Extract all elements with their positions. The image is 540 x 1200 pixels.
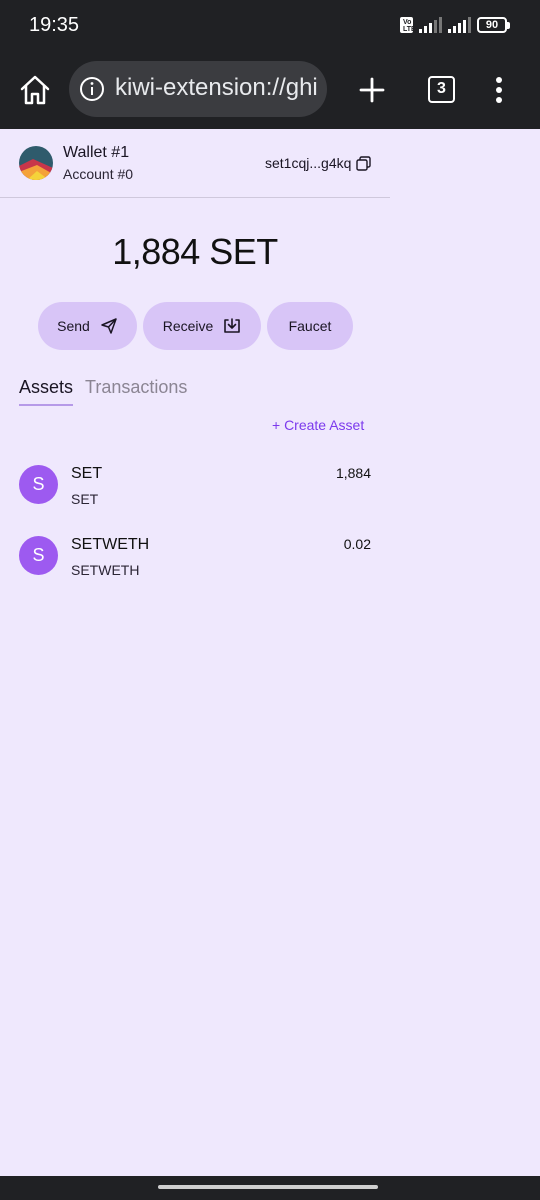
receive-button-label: Receive <box>162 318 214 334</box>
tab-assets[interactable]: Assets <box>19 377 74 406</box>
browser-toolbar: kiwi-extension://ghi 3 <box>0 54 540 129</box>
wallet-tabs: Assets Transactions <box>19 377 187 406</box>
new-tab-plus-icon[interactable] <box>358 76 386 104</box>
receive-button[interactable]: Receive <box>143 302 261 350</box>
status-bar: 19:35 Vo LTE 90 <box>0 0 540 54</box>
wallet-avatar[interactable] <box>19 146 53 180</box>
status-icons: Vo LTE 90 <box>400 17 510 33</box>
faucet-button[interactable]: Faucet <box>267 302 353 350</box>
wallet-name[interactable]: Wallet #1 <box>63 144 129 162</box>
wallet-page: Wallet #1 Account #0 set1cqj...g4kq 1,88… <box>0 129 540 1176</box>
asset-name: SET <box>71 491 99 507</box>
more-vert-icon[interactable] <box>495 76 503 104</box>
signal-icon <box>419 17 442 33</box>
home-icon[interactable] <box>18 73 52 107</box>
account-name: Account #0 <box>63 166 134 182</box>
system-nav-bar <box>0 1176 540 1200</box>
battery-level: 90 <box>477 17 507 33</box>
faucet-button-label: Faucet <box>288 318 332 334</box>
info-icon[interactable] <box>79 76 105 102</box>
action-buttons: Send Receive Faucet <box>38 302 353 350</box>
copy-icon[interactable] <box>356 156 371 171</box>
asset-icon: S <box>19 536 58 575</box>
gesture-handle[interactable] <box>158 1185 378 1189</box>
asset-row-setweth[interactable]: S SETWETH SETWETH 0.02 <box>19 536 371 588</box>
asset-amount: 0.02 <box>343 536 371 552</box>
download-icon <box>224 318 241 333</box>
send-button[interactable]: Send <box>38 302 137 350</box>
volte-icon: Vo LTE <box>400 17 416 33</box>
tab-transactions[interactable]: Transactions <box>85 377 187 406</box>
send-button-label: Send <box>57 318 90 334</box>
url-bar[interactable]: kiwi-extension://ghi <box>69 61 327 117</box>
wallet-address[interactable]: set1cqj...g4kq <box>265 155 351 171</box>
tabs-count-button[interactable]: 3 <box>428 76 455 103</box>
battery-icon: 90 <box>477 17 510 33</box>
signal-icon-2 <box>448 17 471 33</box>
wallet-balance: 1,884 SET <box>112 231 278 272</box>
asset-icon: S <box>19 465 58 504</box>
asset-symbol: SET <box>71 465 103 482</box>
asset-row-set[interactable]: S SET SET 1,884 <box>19 465 371 517</box>
status-time: 19:35 <box>29 14 80 36</box>
asset-name: SETWETH <box>71 562 140 578</box>
send-icon <box>101 318 117 334</box>
asset-symbol: SETWETH <box>71 536 150 553</box>
wallet-header: Wallet #1 Account #0 set1cqj...g4kq <box>0 129 390 198</box>
create-asset-link[interactable]: + Create Asset <box>272 417 364 433</box>
url-text: kiwi-extension://ghi <box>115 74 318 101</box>
asset-amount: 1,884 <box>335 465 371 481</box>
